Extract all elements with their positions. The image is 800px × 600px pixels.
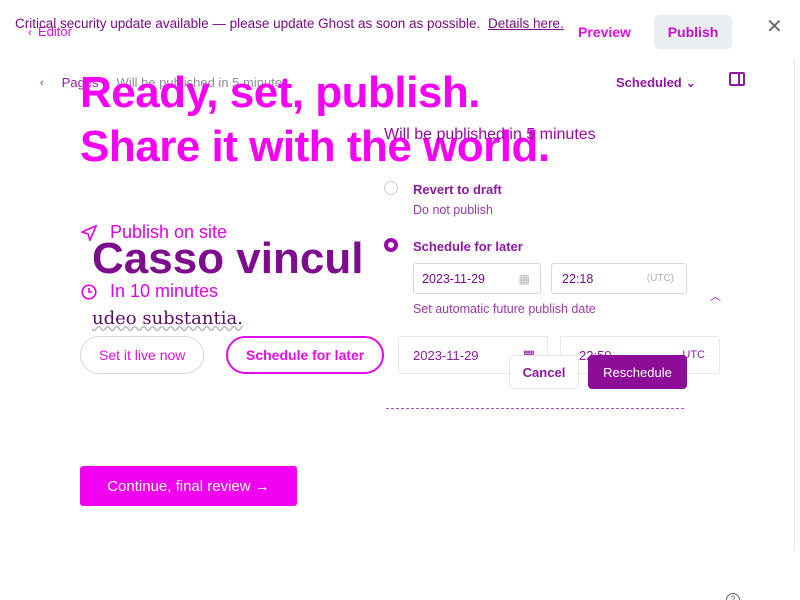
publish-time-row[interactable]: In 10 minutes <box>80 281 218 302</box>
popover-divider <box>386 408 684 409</box>
schedule-date-input[interactable]: 2023-11-29 ▦ <box>413 263 541 294</box>
cancel-button[interactable]: Cancel <box>509 355 579 389</box>
publish-button[interactable]: Publish <box>654 15 732 49</box>
schedule-date-value: 2023-11-29 <box>422 271 486 286</box>
close-icon[interactable]: ✕ <box>766 14 783 39</box>
schedule-timezone: (UTC) <box>646 273 674 284</box>
schedule-for-later-button[interactable]: Schedule for later <box>226 336 385 374</box>
publish-time-label: In 10 minutes <box>110 281 219 301</box>
reschedule-button[interactable]: Reschedule <box>588 355 687 389</box>
popover-title: Will be published in 5 minutes <box>384 126 596 143</box>
revert-to-draft-label[interactable]: Revert to draft <box>413 182 502 197</box>
schedule-for-later-label[interactable]: Schedule for later <box>413 239 523 254</box>
revert-to-draft-radio[interactable] <box>384 181 398 195</box>
paper-plane-icon <box>80 224 98 241</box>
banner-message: Critical security update available — ple… <box>15 16 481 31</box>
publish-target-row[interactable]: Publish on site <box>80 222 227 243</box>
headline-line-1: Ready, set, publish. <box>80 68 480 117</box>
preview-button[interactable]: Preview <box>578 24 631 40</box>
schedule-popover: Will be published in 5 minutes Revert to… <box>370 118 730 418</box>
clock-icon <box>81 283 97 300</box>
continue-final-review-button[interactable]: Continue, final review → <box>80 466 297 506</box>
set-live-now-button[interactable]: Set it live now <box>80 336 205 374</box>
schedule-for-later-radio[interactable] <box>384 238 398 252</box>
calendar-icon: ▦ <box>518 271 530 286</box>
chevron-up-icon[interactable]: ︿ <box>710 288 721 304</box>
security-banner: Critical security update available — ple… <box>15 16 564 31</box>
schedule-time-input[interactable]: 22:18 (UTC) <box>551 263 687 294</box>
schedule-time-value: 22:18 <box>562 271 594 286</box>
publish-target-label: Publish on site <box>110 222 228 242</box>
schedule-hint: Set automatic future publish date <box>413 302 596 316</box>
revert-to-draft-hint: Do not publish <box>413 203 493 217</box>
banner-details-link[interactable]: Details here. <box>488 16 564 31</box>
